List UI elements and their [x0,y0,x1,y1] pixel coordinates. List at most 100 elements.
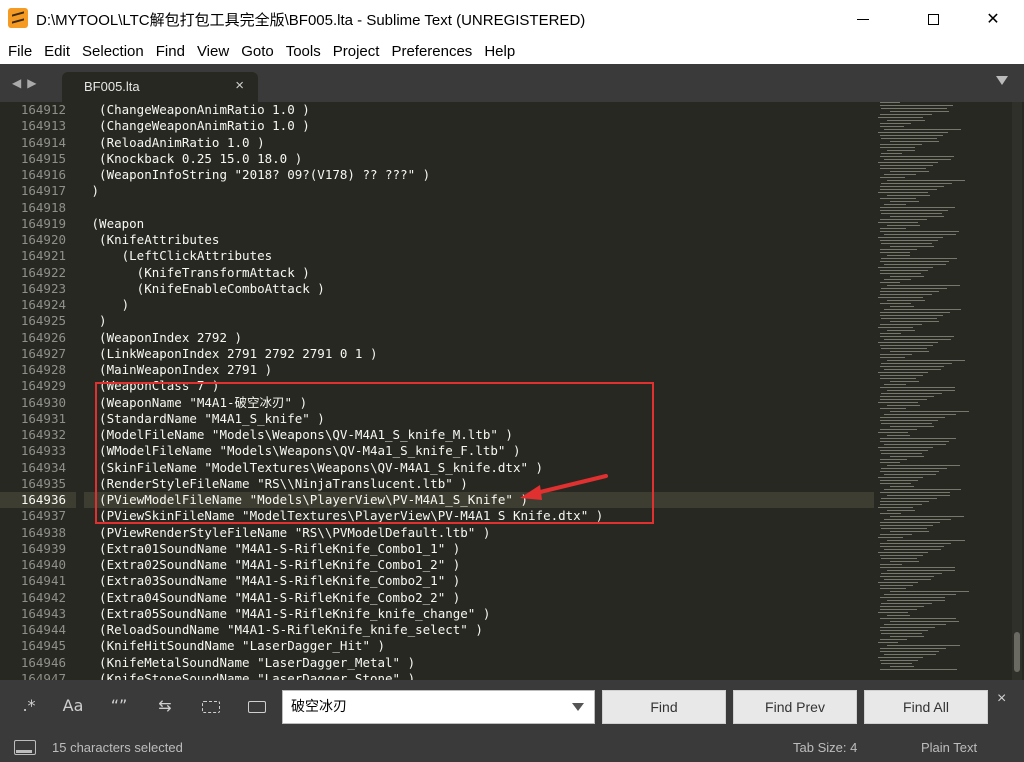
code-line[interactable]: (KnifeTransformAttack ) [84,265,874,281]
code-line[interactable]: ) [84,313,874,329]
code-line[interactable] [84,200,874,216]
syntax-status[interactable]: Plain Text [921,740,977,755]
code-line[interactable]: (PViewRenderStyleFileName "RS\\PVModelDe… [84,525,874,541]
minimap-line [880,165,933,166]
code-line[interactable]: (ChangeWeaponAnimRatio 1.0 ) [84,118,874,134]
case-sensitive-toggle[interactable]: Aa [58,694,88,718]
tab-nav-arrows-icon[interactable]: ◀▶ [12,76,42,90]
minimap-line [880,123,911,124]
minimap-line [880,333,901,334]
code-line[interactable]: (ReloadSoundName "M4A1-S-RifleKnife_knif… [84,622,874,638]
minimap-line [880,303,911,304]
code-line[interactable]: (LinkWeaponIndex 2791 2792 2791 0 1 ) [84,346,874,362]
panel-toggle-icon[interactable] [14,740,36,755]
line-number: 164924 [20,297,66,312]
minimap-line [880,660,918,661]
minimap-line [887,180,965,181]
minimap-line [880,396,934,397]
minimap-line [890,486,914,487]
code-line[interactable]: (LeftClickAttributes [84,248,874,264]
find-all-button[interactable]: Find All [864,690,988,724]
minimap-line [878,267,933,268]
minimap-line [881,603,932,604]
find-button[interactable]: Find [602,690,726,724]
minimap-line [887,645,960,646]
minimap-line [881,258,957,259]
minimap-line [880,207,955,208]
code-line[interactable]: (WeaponIndex 2792 ) [84,330,874,346]
minimap-line [880,315,943,316]
tab-dropdown-icon[interactable] [996,76,1008,85]
code-line[interactable]: (KnifeAttributes [84,232,874,248]
code-line[interactable]: (ChangeWeaponAnimRatio 1.0 ) [84,102,874,118]
minimap-line [880,567,955,568]
code-line[interactable]: (Extra01SoundName "M4A1-S-RifleKnife_Com… [84,541,874,557]
whole-word-toggle[interactable]: “” [104,694,134,718]
code-line[interactable]: (KnifeHitSoundName "LaserDagger_Hit" ) [84,638,874,654]
tab-bf005[interactable]: BF005.lta × [62,72,258,102]
code-line[interactable]: (Extra02SoundName "M4A1-S-RifleKnife_Com… [84,557,874,573]
vertical-scrollbar[interactable] [1012,102,1022,680]
minimap-line [880,261,949,262]
code-line[interactable]: (ReloadAnimRatio 1.0 ) [84,135,874,151]
menu-file[interactable]: File [4,43,36,60]
regex-toggle[interactable]: .* [14,694,44,718]
minimap-line [878,192,928,193]
minimap-line [878,402,918,403]
menu-edit[interactable]: Edit [40,43,74,60]
line-number: 164935 [20,475,66,491]
code-line[interactable]: (MainWeaponIndex 2791 ) [84,362,874,378]
minimap-line [887,405,920,406]
close-window-button[interactable]: ✕ [970,0,1016,38]
menu-goto[interactable]: Goto [237,43,278,60]
code-line[interactable]: (Knockback 0.25 15.0 18.0 ) [84,151,874,167]
line-number: 164945 [20,638,66,654]
minimap-line [880,231,959,232]
code-line[interactable]: (Extra05SoundName "M4A1-S-RifleKnife_kni… [84,606,874,622]
editor-area[interactable]: 164912 164913 164914 164915 164916 164917 1649… [0,102,1024,680]
menu-tools[interactable]: Tools [282,43,325,60]
code-line[interactable]: (WeaponInfoString "2018? 09?(V178) ?? ??… [84,167,874,183]
minimap-line [880,126,904,127]
minimap-line [880,546,944,547]
code-line[interactable]: (Weapon [84,216,874,232]
code-line[interactable]: (KnifeEnableComboAttack ) [84,281,874,297]
maximize-button[interactable] [910,0,956,38]
tab-size-status[interactable]: Tab Size: 4 [793,740,857,755]
menu-selection[interactable]: Selection [78,43,148,60]
code-line[interactable]: (KnifeStoneSoundName "LaserDagger_Stone"… [84,671,874,680]
code-line[interactable]: (KnifeMetalSoundName "LaserDagger_Metal"… [84,655,874,671]
in-selection-toggle[interactable] [196,694,226,718]
minimap-line [880,585,913,586]
menu-preferences[interactable]: Preferences [387,43,476,60]
maximize-icon [927,13,939,25]
minimap-line [880,324,922,325]
line-number-gutter: 164912 164913 164914 164915 164916 164917 1649… [0,102,76,680]
code-line[interactable]: (Extra04SoundName "M4A1-S-RifleKnife_Com… [84,590,874,606]
minimize-button[interactable] [840,0,886,38]
minimap-line [880,375,923,376]
menu-help[interactable]: Help [480,43,519,60]
find-input[interactable]: 破空冰刃 [282,690,595,724]
minimap-line [884,174,916,175]
minimap-line [887,465,960,466]
tab-close-icon[interactable]: × [235,77,244,94]
code-line[interactable]: ) [84,297,874,313]
find-panel-close-icon[interactable]: × [997,690,1006,708]
menu-find[interactable]: Find [152,43,189,60]
minimap-line [884,129,961,130]
menu-view[interactable]: View [193,43,233,60]
wrap-toggle[interactable]: ⇆ [150,694,180,718]
menu-project[interactable]: Project [329,43,384,60]
minimap[interactable] [878,102,1008,680]
minimap-line [890,306,914,307]
code-line[interactable]: (Extra03SoundName "M4A1-S-RifleKnife_Com… [84,573,874,589]
find-history-dropdown-icon[interactable] [572,703,584,711]
find-prev-button[interactable]: Find Prev [733,690,857,724]
code-line[interactable]: ) [84,183,874,199]
highlight-matches-toggle[interactable] [242,694,272,718]
tab-label: BF005.lta [84,79,140,94]
minimap-line [884,384,906,385]
scrollbar-thumb[interactable] [1014,632,1020,672]
minimap-line [884,489,961,490]
